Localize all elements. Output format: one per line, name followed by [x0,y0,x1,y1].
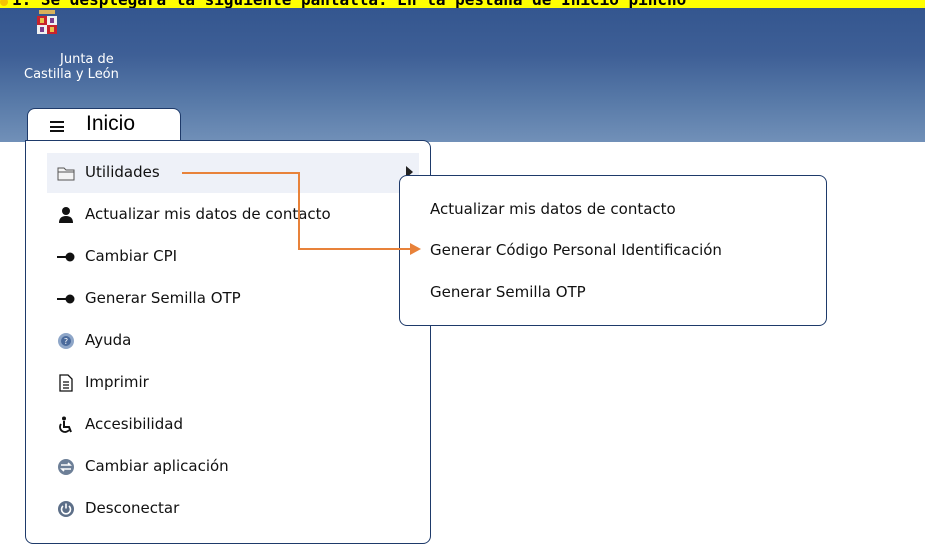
annotation-arrow [182,172,421,255]
